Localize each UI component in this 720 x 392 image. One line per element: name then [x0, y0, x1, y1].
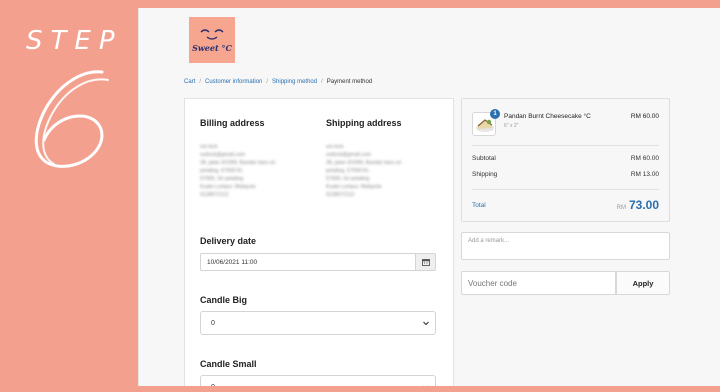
- shipping-row: Shipping RM 13.00: [472, 171, 659, 178]
- breadcrumb-separator: /: [199, 79, 202, 85]
- candle-big-value: 0: [211, 319, 215, 327]
- billing-line: ooi lock: [200, 144, 218, 150]
- shipping-line: ooilock@gmail.com: [326, 152, 372, 158]
- shipping-line: 28, jalan 3/1999, Bandar baru sri: [326, 160, 402, 166]
- total-label: Total: [472, 202, 486, 209]
- product-variant: 6" x 2": [504, 123, 519, 129]
- divider: [472, 145, 659, 146]
- apply-button[interactable]: Apply: [616, 271, 670, 295]
- breadcrumb-customer-information[interactable]: Customer information: [205, 79, 262, 85]
- billing-line: Kuala Lumpur, Malaysia: [200, 184, 256, 190]
- logo-wordmark: Sweet °C: [192, 43, 232, 53]
- shipping-label: Shipping: [472, 171, 498, 178]
- shipping-address: Shipping address ooi lock ooilock@gmail.…: [326, 118, 446, 199]
- shipping-line: ooi lock: [326, 144, 344, 150]
- breadcrumb-separator: /: [321, 79, 323, 85]
- checkout-panel: Sweet °C Cart / Customer information / S…: [138, 8, 720, 386]
- subtotal-row: Subtotal RM 60.00: [472, 155, 659, 162]
- billing-address-lines: ooi lock ooilock@gmail.com 28, jalan 3/1…: [200, 143, 320, 199]
- breadcrumb-cart[interactable]: Cart: [184, 79, 195, 85]
- quantity-badge: 1: [490, 109, 500, 119]
- voucher-placeholder: Voucher code: [468, 278, 517, 288]
- billing-line: ooilock@gmail.com: [200, 152, 246, 158]
- delivery-date-label: Delivery date: [200, 236, 257, 246]
- billing-address: Billing address ooi lock ooilock@gmail.c…: [200, 118, 320, 199]
- candle-big-select[interactable]: 0: [200, 311, 436, 335]
- breadcrumb: Cart / Customer information / Shipping m…: [184, 79, 372, 85]
- breadcrumb-separator: /: [266, 79, 269, 85]
- shipping-value: RM 13.00: [630, 171, 659, 178]
- checkout-form-card: Billing address ooi lock ooilock@gmail.c…: [184, 98, 454, 386]
- smiley-eyes-icon: [200, 29, 224, 40]
- total-currency: RM: [616, 205, 626, 211]
- step-number-six: [34, 70, 109, 168]
- total-amount: RM 73.00: [617, 198, 659, 212]
- breadcrumb-payment-method: Payment method: [326, 79, 373, 85]
- voucher-input[interactable]: Voucher code: [461, 271, 616, 295]
- billing-line: 0128072112: [200, 192, 229, 198]
- shipping-line: Kuala Lumpur, Malaysia: [326, 184, 382, 190]
- billing-line: petaling, 57000 KL: [200, 168, 244, 174]
- calendar-button[interactable]: [415, 254, 435, 270]
- calendar-icon: [421, 259, 430, 266]
- candle-small-select[interactable]: 0: [200, 375, 436, 386]
- delivery-date-value: 10/06/2021 11:00: [207, 258, 258, 266]
- candle-small-value: 0: [211, 384, 215, 387]
- product-price: RM 60.00: [630, 113, 659, 120]
- subtotal-value: RM 60.00: [630, 155, 659, 162]
- breadcrumb-shipping-method[interactable]: Shipping method: [272, 79, 317, 85]
- divider: [472, 189, 659, 190]
- shipping-line: petaling, 57000 KL: [326, 168, 370, 174]
- billing-address-title: Billing address: [200, 118, 265, 128]
- remark-input[interactable]: Add a remark...: [461, 232, 670, 260]
- subtotal-label: Subtotal: [472, 155, 496, 162]
- shipping-line: 57000, Sri petaling: [326, 176, 370, 182]
- shipping-address-title: Shipping address: [326, 118, 402, 128]
- remark-placeholder: Add a remark...: [468, 238, 510, 244]
- chevron-down-icon: [423, 385, 429, 386]
- total-value: 73.00: [628, 198, 659, 212]
- product-name: Pandan Burnt Cheesecake °C: [504, 113, 591, 120]
- shipping-address-lines: ooi lock ooilock@gmail.com 28, jalan 3/1…: [326, 143, 446, 199]
- billing-line: 57000, Sri petaling: [200, 176, 244, 182]
- delivery-date-input[interactable]: 10/06/2021 11:00: [200, 253, 436, 271]
- chevron-down-icon: [423, 321, 429, 326]
- order-summary-card: 1 Pandan Burnt Cheesecake °C 6" x 2" RM …: [461, 98, 670, 222]
- billing-line: 28, jalan 3/1999, Bandar baru sri: [200, 160, 276, 166]
- brand-logo[interactable]: Sweet °C: [189, 17, 235, 63]
- candle-big-label: Candle Big: [200, 295, 248, 305]
- shipping-line: 0128072112: [326, 192, 355, 198]
- candle-small-label: Candle Small: [200, 359, 257, 369]
- step-label: STEP: [26, 26, 123, 56]
